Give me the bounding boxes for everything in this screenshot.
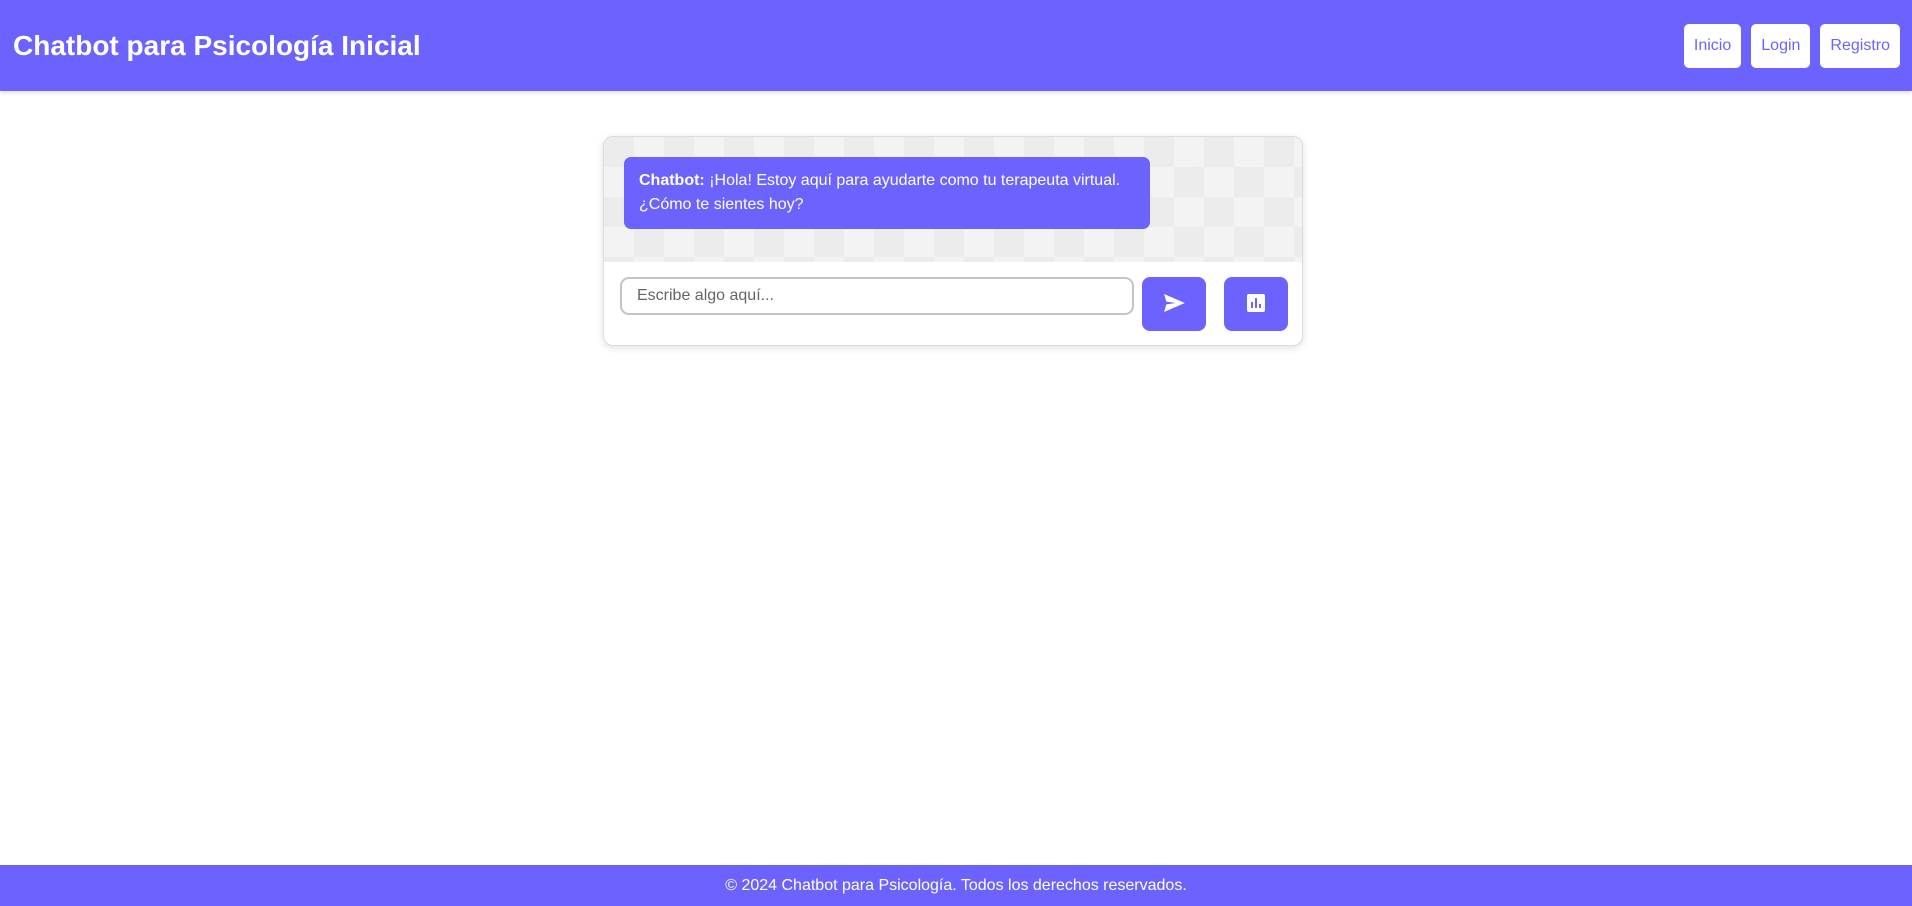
- send-icon: [1163, 293, 1185, 315]
- message-input[interactable]: [620, 277, 1134, 315]
- send-button[interactable]: [1142, 277, 1206, 331]
- stats-button[interactable]: [1224, 277, 1288, 331]
- nav-inicio-button[interactable]: Inicio: [1683, 23, 1742, 68]
- chat-container: Chatbot: ¡Hola! Estoy aquí para ayudarte…: [603, 136, 1303, 346]
- nav-registro-button[interactable]: Registro: [1820, 23, 1900, 68]
- message-sender: Chatbot:: [639, 172, 705, 189]
- footer-text: © 2024 Chatbot para Psicología. Todos lo…: [725, 876, 1187, 894]
- bot-message: Chatbot: ¡Hola! Estoy aquí para ayudarte…: [624, 157, 1150, 229]
- chat-messages-area: Chatbot: ¡Hola! Estoy aquí para ayudarte…: [604, 137, 1302, 262]
- bar-chart-icon: [1247, 293, 1265, 315]
- top-nav: Inicio Login Registro: [1683, 23, 1900, 68]
- site-header: Chatbot para Psicología Inicial Inicio L…: [0, 0, 1912, 91]
- site-title: Chatbot para Psicología Inicial: [13, 29, 421, 61]
- chat-input-row: [604, 262, 1302, 345]
- nav-login-button[interactable]: Login: [1751, 23, 1811, 68]
- site-footer: © 2024 Chatbot para Psicología. Todos lo…: [0, 865, 1912, 906]
- message-text: ¡Hola! Estoy aquí para ayudarte como tu …: [639, 172, 1121, 213]
